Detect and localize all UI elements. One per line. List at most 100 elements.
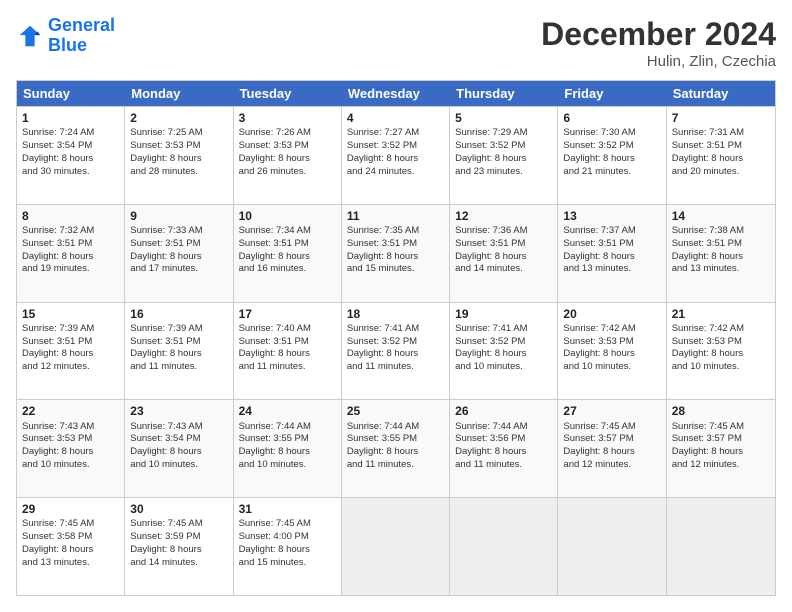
sunset-text: Sunset: 3:51 PM [22,336,119,349]
day-number: 19 [455,306,552,322]
daylight-minutes-text: and 24 minutes. [347,166,444,179]
sunrise-text: Sunrise: 7:44 AM [455,421,552,434]
daylight-minutes-text: and 17 minutes. [130,263,227,276]
calendar-cell [667,498,775,595]
sunset-text: Sunset: 3:57 PM [563,433,660,446]
day-of-week-header: Sunday [17,81,125,106]
sunrise-text: Sunrise: 7:42 AM [672,323,770,336]
calendar-cell: 11Sunrise: 7:35 AMSunset: 3:51 PMDayligh… [342,205,450,302]
day-number: 4 [347,110,444,126]
day-number: 31 [239,501,336,517]
day-number: 1 [22,110,119,126]
logo: General Blue [16,16,115,56]
sunset-text: Sunset: 3:51 PM [563,238,660,251]
day-number: 22 [22,403,119,419]
daylight-text: Daylight: 8 hours [239,544,336,557]
daylight-minutes-text: and 11 minutes. [347,361,444,374]
daylight-minutes-text: and 14 minutes. [130,557,227,570]
daylight-text: Daylight: 8 hours [563,348,660,361]
sunset-text: Sunset: 3:52 PM [347,140,444,153]
sunrise-text: Sunrise: 7:45 AM [239,518,336,531]
sunset-text: Sunset: 3:51 PM [239,336,336,349]
daylight-minutes-text: and 11 minutes. [347,459,444,472]
daylight-minutes-text: and 23 minutes. [455,166,552,179]
calendar-cell: 19Sunrise: 7:41 AMSunset: 3:52 PMDayligh… [450,303,558,400]
day-number: 14 [672,208,770,224]
day-of-week-header: Wednesday [342,81,450,106]
logo-line2: Blue [48,35,87,55]
day-number: 25 [347,403,444,419]
daylight-text: Daylight: 8 hours [22,153,119,166]
calendar-cell: 10Sunrise: 7:34 AMSunset: 3:51 PMDayligh… [234,205,342,302]
sunset-text: Sunset: 3:56 PM [455,433,552,446]
sunrise-text: Sunrise: 7:44 AM [347,421,444,434]
day-number: 20 [563,306,660,322]
logo-icon [16,22,44,50]
daylight-text: Daylight: 8 hours [347,446,444,459]
sunset-text: Sunset: 3:58 PM [22,531,119,544]
daylight-minutes-text: and 12 minutes. [672,459,770,472]
daylight-minutes-text: and 10 minutes. [239,459,336,472]
daylight-text: Daylight: 8 hours [130,446,227,459]
sunrise-text: Sunrise: 7:25 AM [130,127,227,140]
calendar: SundayMondayTuesdayWednesdayThursdayFrid… [16,80,776,596]
logo-text: General Blue [48,16,115,56]
sunrise-text: Sunrise: 7:40 AM [239,323,336,336]
day-number: 11 [347,208,444,224]
calendar-row: 8Sunrise: 7:32 AMSunset: 3:51 PMDaylight… [17,204,775,302]
sunset-text: Sunset: 3:53 PM [239,140,336,153]
daylight-text: Daylight: 8 hours [672,153,770,166]
day-number: 27 [563,403,660,419]
sunset-text: Sunset: 3:53 PM [672,336,770,349]
sunrise-text: Sunrise: 7:38 AM [672,225,770,238]
daylight-minutes-text: and 16 minutes. [239,263,336,276]
calendar-row: 29Sunrise: 7:45 AMSunset: 3:58 PMDayligh… [17,497,775,595]
calendar-cell: 15Sunrise: 7:39 AMSunset: 3:51 PMDayligh… [17,303,125,400]
day-number: 18 [347,306,444,322]
day-number: 17 [239,306,336,322]
sunset-text: Sunset: 3:52 PM [455,140,552,153]
calendar-cell: 13Sunrise: 7:37 AMSunset: 3:51 PMDayligh… [558,205,666,302]
daylight-minutes-text: and 14 minutes. [455,263,552,276]
calendar-cell: 12Sunrise: 7:36 AMSunset: 3:51 PMDayligh… [450,205,558,302]
day-number: 30 [130,501,227,517]
daylight-minutes-text: and 10 minutes. [22,459,119,472]
logo-line1: General [48,15,115,35]
day-of-week-header: Tuesday [234,81,342,106]
day-number: 23 [130,403,227,419]
sunrise-text: Sunrise: 7:29 AM [455,127,552,140]
sunrise-text: Sunrise: 7:44 AM [239,421,336,434]
sunrise-text: Sunrise: 7:30 AM [563,127,660,140]
calendar-cell: 9Sunrise: 7:33 AMSunset: 3:51 PMDaylight… [125,205,233,302]
page: General Blue December 2024 Hulin, Zlin, … [0,0,792,612]
calendar-cell: 30Sunrise: 7:45 AMSunset: 3:59 PMDayligh… [125,498,233,595]
sunrise-text: Sunrise: 7:45 AM [22,518,119,531]
sunset-text: Sunset: 3:51 PM [130,238,227,251]
sunset-text: Sunset: 3:51 PM [347,238,444,251]
day-number: 7 [672,110,770,126]
daylight-text: Daylight: 8 hours [130,348,227,361]
calendar-cell: 26Sunrise: 7:44 AMSunset: 3:56 PMDayligh… [450,400,558,497]
calendar-row: 22Sunrise: 7:43 AMSunset: 3:53 PMDayligh… [17,399,775,497]
calendar-cell: 28Sunrise: 7:45 AMSunset: 3:57 PMDayligh… [667,400,775,497]
daylight-text: Daylight: 8 hours [347,153,444,166]
location: Hulin, Zlin, Czechia [541,53,776,70]
day-number: 26 [455,403,552,419]
calendar-cell: 18Sunrise: 7:41 AMSunset: 3:52 PMDayligh… [342,303,450,400]
calendar-row: 15Sunrise: 7:39 AMSunset: 3:51 PMDayligh… [17,302,775,400]
daylight-text: Daylight: 8 hours [455,251,552,264]
calendar-cell: 16Sunrise: 7:39 AMSunset: 3:51 PMDayligh… [125,303,233,400]
day-number: 3 [239,110,336,126]
sunset-text: Sunset: 3:51 PM [130,336,227,349]
day-number: 8 [22,208,119,224]
sunrise-text: Sunrise: 7:31 AM [672,127,770,140]
sunrise-text: Sunrise: 7:41 AM [347,323,444,336]
sunrise-text: Sunrise: 7:36 AM [455,225,552,238]
sunset-text: Sunset: 3:51 PM [672,140,770,153]
daylight-text: Daylight: 8 hours [672,446,770,459]
daylight-minutes-text: and 21 minutes. [563,166,660,179]
sunrise-text: Sunrise: 7:39 AM [130,323,227,336]
sunrise-text: Sunrise: 7:43 AM [130,421,227,434]
day-of-week-header: Thursday [450,81,558,106]
daylight-text: Daylight: 8 hours [563,251,660,264]
